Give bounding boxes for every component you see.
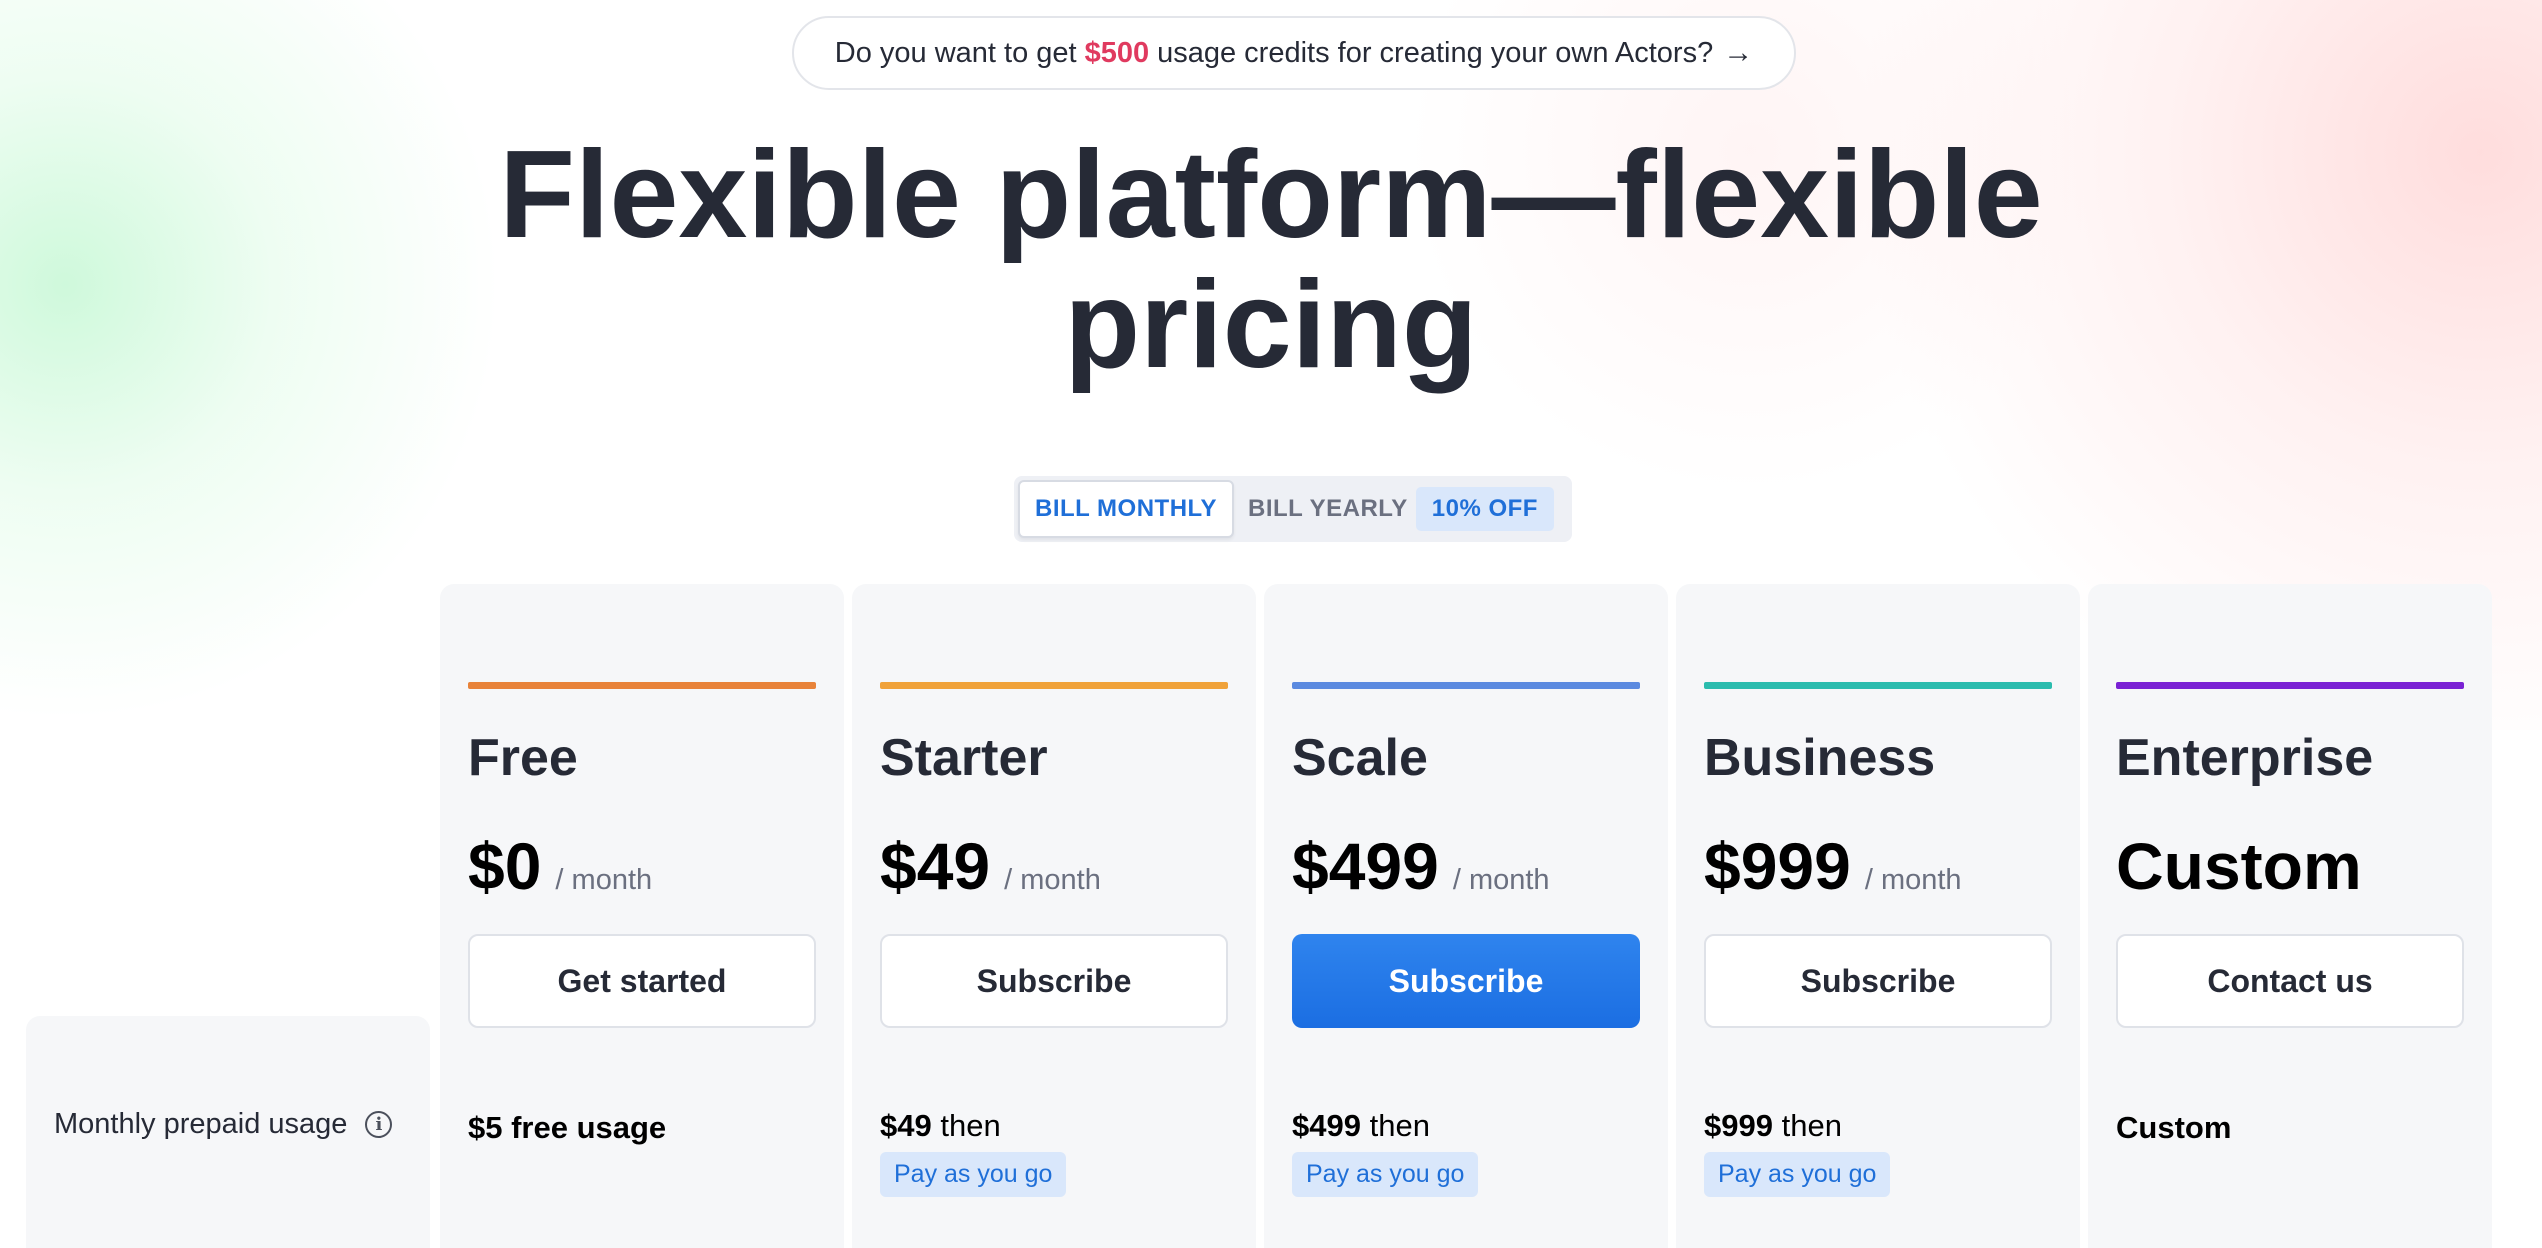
row-label-card: Monthly prepaid usage i <box>26 1016 430 1248</box>
plan-usage-then: then <box>1781 1108 1842 1143</box>
plan-cta-button-free[interactable]: Get started <box>468 934 816 1028</box>
plan-cta-button-enterprise[interactable]: Contact us <box>2116 934 2464 1028</box>
plan-name: Business <box>1704 729 1936 787</box>
plan-billing-period: / month <box>555 864 653 896</box>
plan-name: Enterprise <box>2116 729 2374 787</box>
plan-prepaid-usage: $5 free usage <box>468 1110 666 1146</box>
plan-usage-then: then <box>940 1108 1001 1143</box>
plan-card-enterprise: Enterprise Custom Contact us Custom <box>2088 584 2492 1248</box>
plan-billing-period: / month <box>1864 864 1962 896</box>
pay-as-you-go-badge: Pay as you go <box>880 1152 1067 1197</box>
pay-as-you-go-badge: Pay as you go <box>1292 1152 1479 1197</box>
billing-period-toggle: BILL MONTHLY BILL YEARLY 10% OFF <box>1014 476 1572 542</box>
promo-text-after: usage credits for creating your own Acto… <box>1157 36 1714 69</box>
plan-cta-button-business[interactable]: Subscribe <box>1704 934 2052 1028</box>
row-label-monthly-prepaid-usage: Monthly prepaid usage i <box>54 1108 393 1141</box>
promo-text-before: Do you want to get <box>834 36 1077 69</box>
plan-card-starter: Starter $49 / month Subscribe $49 then Pay as… <box>852 584 1256 1248</box>
plan-accent-bar <box>2116 682 2464 689</box>
plan-accent-bar <box>1292 682 1640 689</box>
plan-cta-button-scale[interactable]: Subscribe <box>1292 934 1640 1028</box>
yearly-discount-badge: 10% OFF <box>1415 487 1554 531</box>
pay-as-you-go-badge: Pay as you go <box>1704 1152 1891 1197</box>
plan-prepaid-usage: $499 then <box>1292 1108 1430 1144</box>
plan-usage-amount: Custom <box>2116 1110 2232 1145</box>
bill-yearly-label: BILL YEARLY <box>1248 495 1408 522</box>
plan-accent-bar <box>468 682 816 689</box>
plan-name: Free <box>468 729 578 787</box>
plan-price: $999 <box>1704 829 1851 903</box>
page-title: Flexible platform—flexible pricing <box>0 130 2542 390</box>
plan-cta-button-starter[interactable]: Subscribe <box>880 934 1228 1028</box>
plan-usage-amount: $5 free usage <box>468 1110 667 1145</box>
plan-price-row: $0 / month <box>468 830 652 902</box>
plan-price: Custom <box>2116 829 2362 903</box>
plan-accent-bar <box>880 682 1228 689</box>
plan-price: $49 <box>880 829 991 903</box>
promo-banner-link[interactable]: Do you want to get $500 usage credits fo… <box>792 16 1796 90</box>
arrow-right-icon: → <box>1723 36 1754 69</box>
plan-price-row: $499 / month <box>1292 830 1550 902</box>
plan-price: $499 <box>1292 829 1439 903</box>
plan-billing-period: / month <box>1004 864 1101 896</box>
plan-price-row: $999 / month <box>1704 830 1962 902</box>
plan-name: Scale <box>1292 729 1428 787</box>
plan-usage-amount: $499 <box>1292 1108 1361 1143</box>
plan-usage-amount: $999 <box>1704 1108 1773 1143</box>
plan-card-scale: Scale $499 / month Subscribe $499 then Pay as… <box>1264 584 1668 1248</box>
plan-usage-then: then <box>1369 1108 1430 1143</box>
plan-card-business: Business $999 / month Subscribe $999 then Pay… <box>1676 584 2080 1248</box>
plan-billing-period: / month <box>1452 864 1550 896</box>
plan-prepaid-usage: $999 then <box>1704 1108 1842 1144</box>
info-icon[interactable]: i <box>365 1111 393 1138</box>
plan-prepaid-usage: $49 then <box>880 1108 1001 1144</box>
plan-card-free: Free $0 / month Get started $5 free usage <box>440 584 844 1248</box>
plan-name: Starter <box>880 729 1048 787</box>
bill-monthly-option[interactable]: BILL MONTHLY <box>1018 480 1234 538</box>
promo-amount: $500 <box>1084 36 1150 69</box>
plan-price-row: Custom <box>2116 830 2362 902</box>
plan-prepaid-usage: Custom <box>2116 1110 2231 1146</box>
plan-usage-amount: $49 <box>880 1108 932 1143</box>
plan-price-row: $49 / month <box>880 830 1101 902</box>
page-title-line-1: Flexible platform—flexible <box>499 126 2043 264</box>
plan-price: $0 <box>468 829 542 903</box>
page-title-line-2: pricing <box>1064 256 1478 394</box>
plan-accent-bar <box>1704 682 2052 689</box>
pricing-page: Do you want to get $500 usage credits fo… <box>0 0 2542 1248</box>
bill-yearly-option[interactable]: BILL YEARLY 10% OFF <box>1248 487 1554 531</box>
row-label-text: Monthly prepaid usage <box>54 1108 348 1140</box>
